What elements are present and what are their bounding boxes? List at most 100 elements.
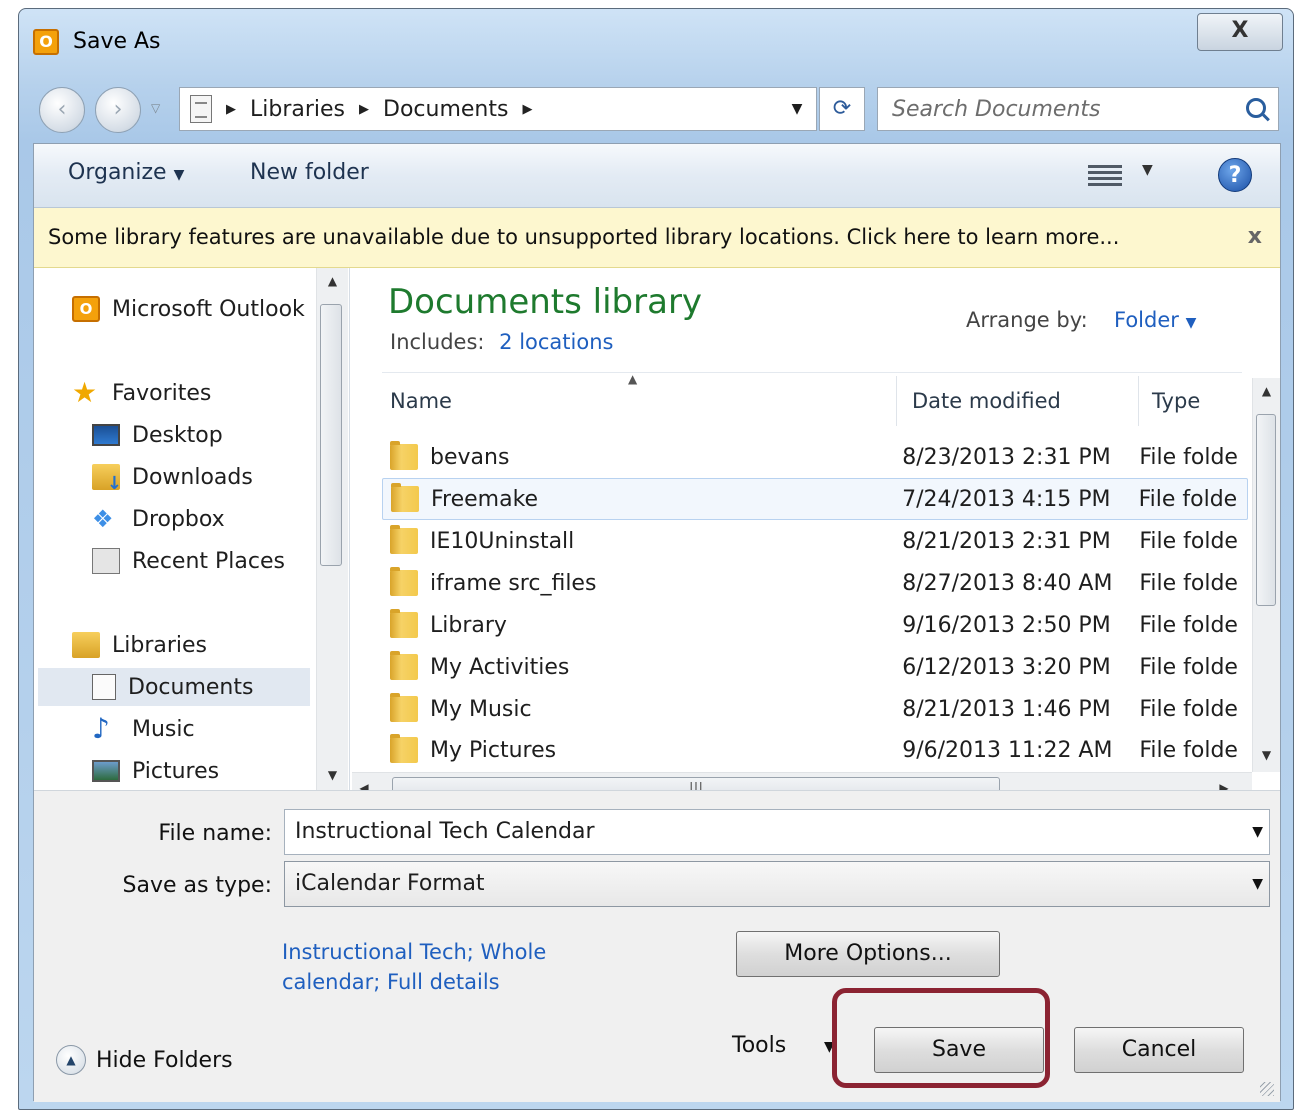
- back-button[interactable]: ‹: [39, 87, 85, 133]
- folder-icon: [390, 609, 418, 638]
- nav-item-downloads[interactable]: Downloads: [92, 458, 349, 496]
- save-as-type-value: iCalendar Format: [295, 871, 485, 896]
- new-folder-button[interactable]: New folder: [250, 160, 369, 185]
- info-bar-message[interactable]: Some library features are unavailable du…: [48, 225, 1119, 249]
- nav-item-dropbox[interactable]: ❖ Dropbox: [92, 500, 349, 538]
- file-type: File folde: [1139, 528, 1238, 554]
- file-scroll-thumb[interactable]: [1256, 414, 1276, 606]
- search-input[interactable]: [892, 89, 1232, 129]
- hide-folders-button[interactable]: ▲ Hide Folders: [56, 1045, 233, 1075]
- folder-icon: [391, 483, 419, 512]
- nav-item-label: Documents: [128, 674, 254, 700]
- view-icon[interactable]: [1088, 162, 1122, 188]
- file-name-value[interactable]: Instructional Tech Calendar: [295, 819, 595, 844]
- file-name: My Activities: [430, 654, 570, 680]
- address-bar[interactable]: ▶ Libraries ▶ Documents ▶ ▼: [179, 87, 817, 131]
- file-name: iframe src_files: [430, 570, 597, 596]
- nav-item-pictures[interactable]: Pictures: [92, 752, 349, 790]
- info-bar[interactable]: Some library features are unavailable du…: [34, 208, 1280, 268]
- nav-item-music[interactable]: ♪ Music: [92, 710, 349, 748]
- file-row[interactable]: My Activities 6/12/2013 3:20 PM File fol…: [382, 646, 1248, 688]
- file-row[interactable]: My Music 8/21/2013 1:46 PM File folde: [382, 688, 1248, 730]
- refresh-button[interactable]: ⟳: [819, 87, 865, 131]
- folder-icon: [390, 441, 418, 470]
- breadcrumb-libraries[interactable]: Libraries: [250, 97, 345, 122]
- library-title: Documents library: [388, 282, 703, 322]
- file-row[interactable]: Library 9/16/2013 2:50 PM File folde: [382, 604, 1248, 646]
- header-divider: [382, 372, 1242, 373]
- breadcrumb-documents[interactable]: Documents: [383, 97, 508, 122]
- search-box[interactable]: [877, 87, 1279, 131]
- close-button[interactable]: X: [1197, 13, 1283, 51]
- file-name: My Pictures: [430, 737, 557, 763]
- sort-ascending-icon: ▲: [628, 372, 638, 386]
- folder-icon: [390, 525, 418, 554]
- nav-scroll-thumb[interactable]: [320, 304, 342, 566]
- nav-item-libraries[interactable]: Libraries: [72, 626, 349, 664]
- search-icon[interactable]: [1246, 98, 1266, 118]
- tools-menu[interactable]: Tools: [732, 1033, 786, 1058]
- file-row[interactable]: My Pictures 9/6/2013 11:22 AM File folde: [382, 730, 1248, 770]
- music-folder-icon: [390, 693, 418, 722]
- save-as-type-select[interactable]: iCalendar Format ▼: [284, 861, 1270, 907]
- breadcrumb-separator-icon[interactable]: ▶: [226, 102, 236, 117]
- column-divider[interactable]: [1138, 376, 1139, 426]
- help-button[interactable]: ?: [1218, 158, 1252, 192]
- save-as-dialog: O Save As X ‹ › ▽ ▶ Libraries ▶ Document…: [18, 8, 1294, 1110]
- nav-scrollbar[interactable]: ▲ ▼: [316, 268, 348, 790]
- nav-item-label: Libraries: [112, 632, 208, 658]
- column-header-name[interactable]: Name: [390, 374, 452, 428]
- file-row[interactable]: Freemake 7/24/2013 4:15 PM File folde: [382, 478, 1248, 520]
- nav-item-microsoft-outlook[interactable]: O Microsoft Outlook: [72, 290, 349, 328]
- nav-item-favorites[interactable]: ★ Favorites: [72, 374, 349, 412]
- document-icon: [92, 674, 116, 700]
- arrange-by-dropdown[interactable]: Folder ▼: [1114, 308, 1196, 332]
- file-name-field[interactable]: Instructional Tech Calendar ▼: [284, 809, 1270, 855]
- arrange-by-value: Folder: [1114, 308, 1179, 332]
- breadcrumb-separator-icon[interactable]: ▶: [522, 102, 532, 117]
- scroll-up-icon[interactable]: ▲: [317, 274, 348, 288]
- file-row[interactable]: iframe src_files 8/27/2013 8:40 AM File …: [382, 562, 1248, 604]
- folder-icon: [390, 567, 418, 596]
- nav-item-recent-places[interactable]: Recent Places: [92, 542, 349, 580]
- scroll-down-icon[interactable]: ▼: [317, 768, 348, 782]
- column-header-type[interactable]: Type: [1152, 374, 1200, 428]
- view-dropdown-icon[interactable]: ▼: [1142, 162, 1153, 178]
- details-link[interactable]: Instructional Tech; Whole calendar; Full…: [282, 937, 602, 997]
- column-divider[interactable]: [896, 376, 897, 426]
- more-options-button[interactable]: More Options...: [736, 931, 1000, 977]
- nav-item-desktop[interactable]: Desktop: [92, 416, 349, 454]
- nav-item-label: Favorites: [112, 380, 212, 406]
- resize-grip[interactable]: [1260, 1082, 1274, 1096]
- file-type: File folde: [1139, 612, 1238, 638]
- scroll-down-icon[interactable]: ▼: [1253, 748, 1280, 762]
- nav-item-documents[interactable]: Documents: [38, 668, 310, 706]
- file-list-scrollbar[interactable]: ▲ ▼: [1252, 378, 1280, 772]
- file-date: 6/12/2013 3:20 PM: [902, 654, 1111, 680]
- cancel-button[interactable]: Cancel: [1074, 1027, 1244, 1073]
- file-row[interactable]: IE10Uninstall 8/21/2013 2:31 PM File fol…: [382, 520, 1248, 562]
- file-date: 9/16/2013 2:50 PM: [902, 612, 1111, 638]
- chevron-down-icon[interactable]: ▼: [824, 1039, 835, 1055]
- save-button[interactable]: Save: [874, 1027, 1044, 1073]
- libraries-icon: [72, 632, 100, 658]
- column-header-date[interactable]: Date modified: [912, 374, 1061, 428]
- file-type: File folde: [1138, 486, 1238, 512]
- chevron-down-icon[interactable]: ▼: [1252, 810, 1263, 854]
- file-row[interactable]: bevans 8/23/2013 2:31 PM File folde: [382, 436, 1248, 478]
- breadcrumb-separator-icon[interactable]: ▶: [359, 102, 369, 117]
- dropbox-icon: ❖: [92, 505, 114, 533]
- file-type: File folde: [1139, 570, 1238, 596]
- address-row: ‹ › ▽ ▶ Libraries ▶ Documents ▶ ▼ ⟳: [19, 79, 1293, 139]
- info-bar-close-button[interactable]: x: [1248, 208, 1262, 266]
- chevron-down-icon[interactable]: ▼: [1252, 862, 1263, 906]
- recent-pages-dropdown[interactable]: ▽: [151, 101, 160, 115]
- file-name: My Music: [430, 696, 532, 722]
- file-date: 9/6/2013 11:22 AM: [902, 737, 1113, 763]
- scroll-up-icon[interactable]: ▲: [1253, 384, 1280, 398]
- organize-menu[interactable]: Organize ▼: [68, 160, 184, 185]
- forward-button[interactable]: ›: [95, 87, 141, 133]
- locations-link[interactable]: 2 locations: [499, 330, 613, 354]
- save-form: File name: Instructional Tech Calendar ▼…: [34, 790, 1280, 1102]
- address-dropdown-icon[interactable]: ▼: [782, 88, 812, 130]
